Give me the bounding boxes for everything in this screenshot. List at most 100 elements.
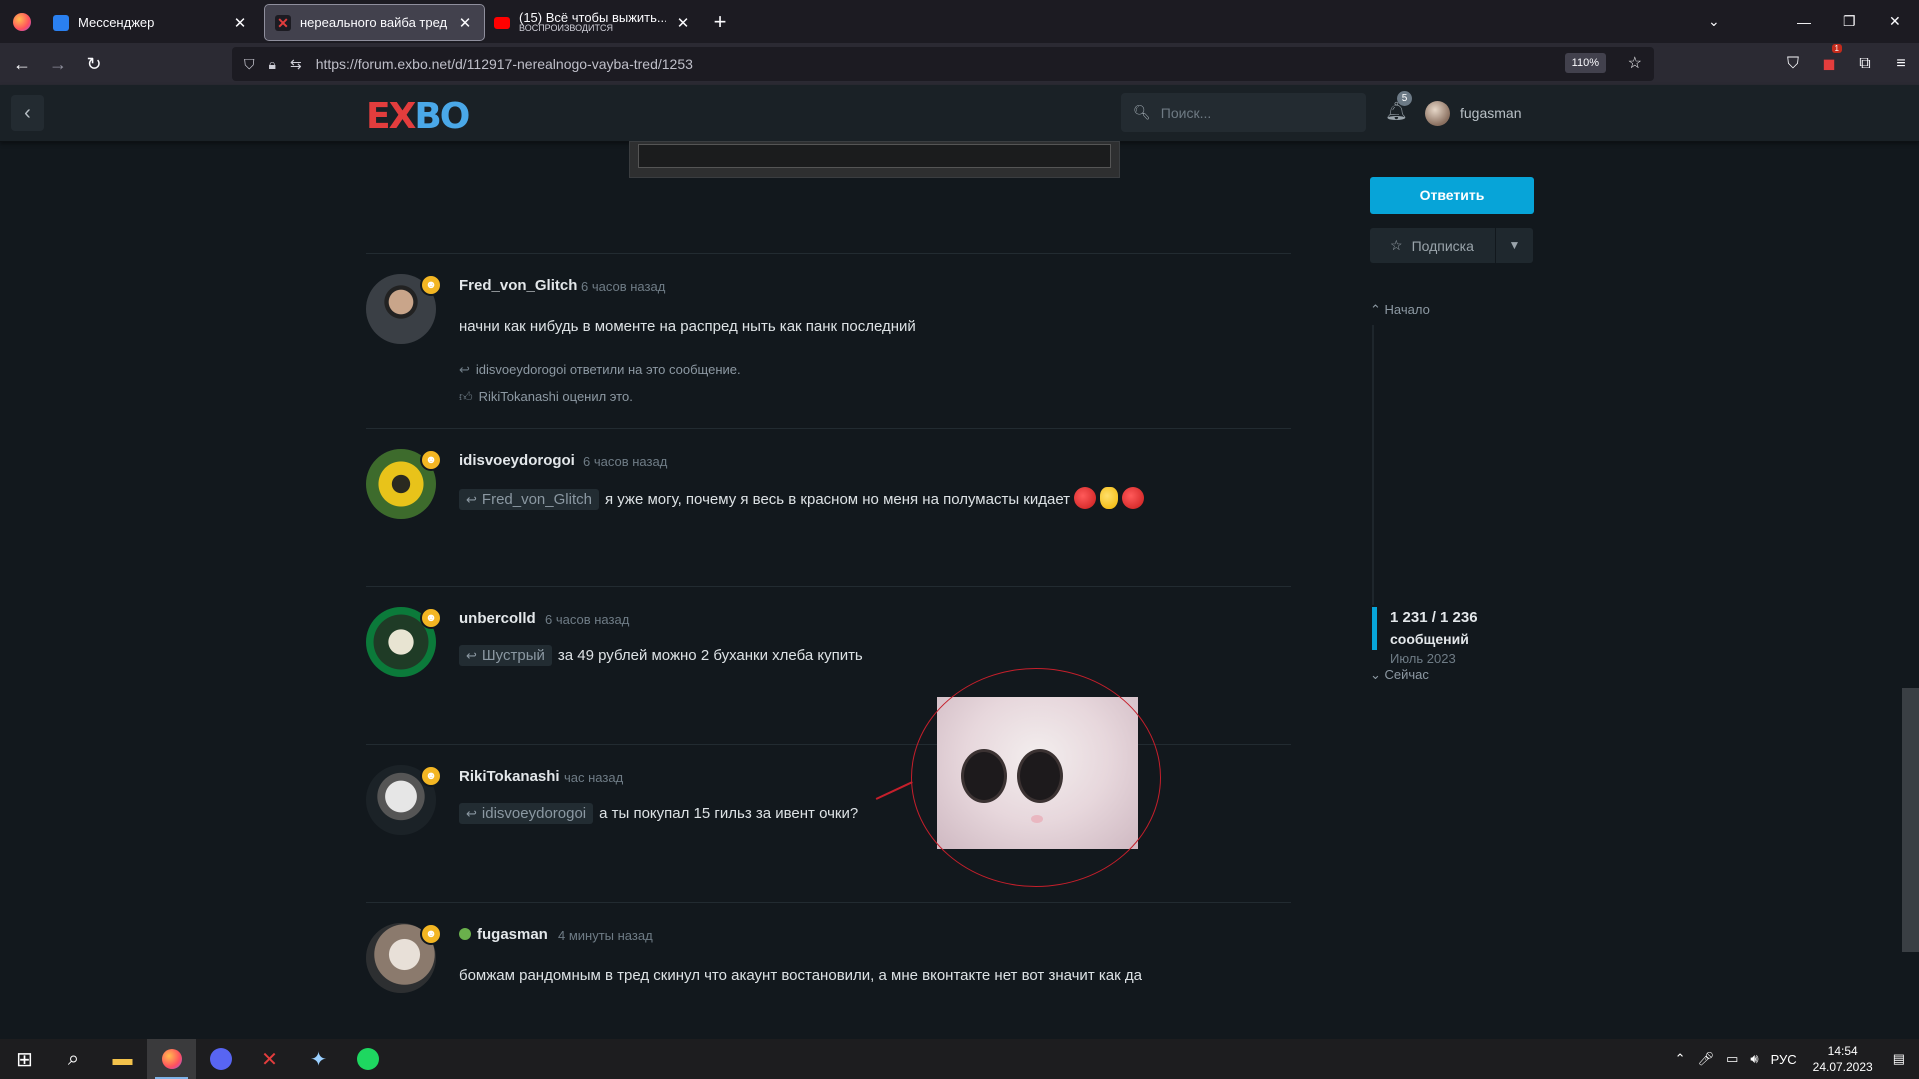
reply-button[interactable]: Ответить: [1370, 177, 1534, 214]
reply-mention[interactable]: ↩ idisvoeydorogoi: [459, 803, 594, 824]
clock[interactable]: 14:54 24.07.2023: [1813, 1043, 1873, 1075]
badge-icon: ☻: [420, 765, 442, 787]
network-icon[interactable]: ▭: [1726, 1051, 1738, 1067]
forward-icon[interactable]: →: [40, 46, 76, 82]
post-time[interactable]: 6 часов назад: [583, 454, 667, 469]
post-count: 1 231 / 1 236: [1390, 609, 1478, 626]
tab-youtube[interactable]: (15) Всё чтобы выжить... - YouTube ВОСПР…: [484, 5, 702, 40]
language-indicator[interactable]: РУС: [1771, 1052, 1797, 1067]
user-menu[interactable]: fugasman: [1460, 105, 1521, 121]
post-time[interactable]: 4 минуты назад: [558, 928, 653, 943]
reply-icon: ↩: [466, 492, 477, 507]
replied-note[interactable]: idisvoeydorogoi ответили на это сообщени…: [476, 362, 741, 377]
app-icon[interactable]: ✦: [294, 1039, 343, 1079]
subscribe-dropdown[interactable]: ▼: [1496, 228, 1533, 263]
url-text[interactable]: https://forum.exbo.net/d/112917-nerealno…: [316, 56, 693, 72]
shield-icon[interactable]: ⛉: [244, 56, 255, 73]
restore-button[interactable]: ❐: [1843, 0, 1856, 43]
angry-emoji-icon: [1122, 487, 1145, 509]
close-icon[interactable]: ✕: [231, 14, 249, 32]
browser-toolbar-right: ⛉ ◼ 1 ⧉ ≡: [1775, 43, 1919, 85]
reply-icon: ↩: [466, 806, 477, 821]
pocket-icon[interactable]: ⛉: [1775, 55, 1811, 73]
tray-overflow-icon[interactable]: ⌃: [1675, 1051, 1686, 1067]
star-outline-icon: ☆: [1390, 237, 1403, 253]
badge-icon: ☻: [420, 607, 442, 629]
back-button[interactable]: ‹: [11, 95, 44, 131]
browser-navbar: ← → ↻ ⛉ 🔒︎ ⇆ https://forum.exbo.net/d/11…: [0, 43, 1919, 85]
discord-icon[interactable]: [196, 1039, 245, 1079]
divider: [366, 586, 1291, 587]
badge-icon: ☻: [420, 274, 442, 296]
firefox-taskbar-icon[interactable]: [147, 1039, 196, 1079]
post-time[interactable]: 6 часов назад: [581, 279, 665, 294]
search-input[interactable]: 🔍︎ Поиск...: [1121, 93, 1366, 132]
post-text: я уже могу, почему я весь в красном но м…: [604, 491, 1071, 508]
new-tab-button[interactable]: +: [702, 9, 738, 35]
post-time[interactable]: 6 часов назад: [545, 612, 629, 627]
scrubber-now[interactable]: ⌄ Сейчас: [1370, 667, 1429, 683]
star-icon[interactable]: ☆: [1628, 53, 1642, 73]
post-author[interactable]: unbercolld: [459, 610, 536, 627]
badge-icon: ☻: [420, 923, 442, 945]
scrubber-track[interactable]: [1372, 325, 1374, 605]
post-text: а ты покупал 15 гильз за ивент очки?: [599, 805, 859, 822]
post-text: начни как нибудь в моменте на распред ны…: [459, 318, 916, 335]
zoom-level[interactable]: 110%: [1564, 53, 1606, 73]
reply-icon: ↩: [459, 362, 470, 377]
bell-icon[interactable]: 🔔︎ 5: [1385, 91, 1412, 122]
badge-icon: ☻: [420, 449, 442, 471]
subscribe-button[interactable]: ☆ Подписка: [1370, 228, 1495, 263]
post-image[interactable]: [629, 141, 1120, 178]
liked-note[interactable]: RikiTokanashi оценил это.: [479, 389, 633, 404]
reply-mention[interactable]: ↩ Шустрый: [459, 645, 552, 666]
post-author[interactable]: Fred_von_Glitch: [459, 277, 577, 294]
microphone-icon[interactable]: 🎤︎: [1698, 1051, 1715, 1067]
close-window-button[interactable]: ✕: [1889, 0, 1901, 43]
tab-exbo[interactable]: ✕ нереального вайба тред - EXBO ✕: [264, 4, 485, 41]
notifications-icon[interactable]: ▤: [1893, 1051, 1905, 1067]
scrubber-date: Июль 2023: [1390, 651, 1456, 666]
clock-time: 14:54: [1827, 1044, 1858, 1058]
search-icon: 🔍︎: [1133, 104, 1151, 120]
tab-messenger[interactable]: Мессенджер ✕: [43, 5, 259, 40]
exbo-logo[interactable]: EXBO: [366, 96, 470, 137]
extension-badge: 1: [1831, 44, 1842, 53]
menu-icon[interactable]: ≡: [1883, 55, 1919, 73]
extensions-icon[interactable]: ⧉: [1847, 55, 1883, 73]
spotify-icon[interactable]: [343, 1039, 392, 1079]
volume-icon[interactable]: 🔊︎: [1750, 1051, 1758, 1067]
post-count-label: сообщений: [1390, 631, 1469, 647]
chevron-down-icon: ⌄: [1370, 667, 1381, 682]
divider: [366, 253, 1291, 254]
back-icon[interactable]: ←: [4, 46, 40, 82]
exbo-taskbar-icon[interactable]: ✕: [245, 1039, 294, 1079]
chevron-up-icon: ⌃: [1370, 302, 1381, 317]
tab-list-button[interactable]: ⌄: [1708, 0, 1720, 43]
reload-icon[interactable]: ↻: [76, 46, 112, 82]
firefox-icon[interactable]: [0, 0, 43, 43]
minimize-button[interactable]: —: [1797, 0, 1811, 43]
scrubber-start[interactable]: ⌃ Начало: [1370, 302, 1430, 318]
close-icon[interactable]: ✕: [674, 14, 692, 32]
permissions-icon[interactable]: ⇆: [290, 56, 302, 73]
reply-icon: ↩: [466, 648, 477, 663]
reply-mention[interactable]: ↩ Fred_von_Glitch: [459, 489, 599, 510]
angry-emoji-icon: [1074, 487, 1097, 509]
explorer-icon[interactable]: ▬: [98, 1039, 147, 1079]
lock-icon[interactable]: 🔒︎: [269, 56, 276, 73]
scrubber-handle[interactable]: [1372, 607, 1377, 650]
page-scrollbar[interactable]: [1902, 688, 1919, 952]
post-author[interactable]: RikiTokanashi: [459, 768, 560, 785]
windows-taskbar: ⊞ ⌕ ▬ ✕ ✦ ⌃ 🎤︎ ▭ 🔊︎ РУС 14:54 24.07.2023…: [0, 1039, 1919, 1079]
annotation-pointer: [875, 781, 913, 800]
extension-icon[interactable]: ◼ 1: [1811, 44, 1847, 74]
close-icon[interactable]: ✕: [456, 14, 474, 32]
avatar[interactable]: [1425, 101, 1450, 126]
notification-count: 5: [1397, 91, 1412, 106]
post-author[interactable]: idisvoeydorogoi: [459, 452, 575, 469]
windows-icon[interactable]: ⊞: [0, 1039, 49, 1079]
search-icon[interactable]: ⌕: [49, 1039, 98, 1079]
post-time[interactable]: час назад: [564, 770, 623, 785]
url-bar[interactable]: ⛉ 🔒︎ ⇆ https://forum.exbo.net/d/112917-n…: [232, 47, 1654, 81]
